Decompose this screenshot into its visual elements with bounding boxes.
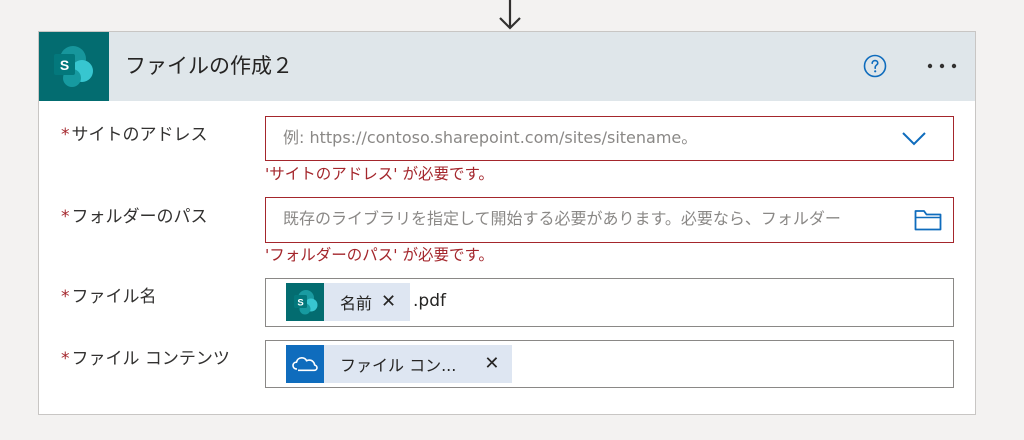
sharepoint-icon: S [286,283,324,321]
svg-text:S: S [297,298,303,309]
dynamic-content-token[interactable]: ファイル コン... ✕ [286,345,512,383]
action-card-create-file: S ファイルの作成２ * サイトのアドレス 例: https://contoso.… [38,31,976,415]
file-content-label: * ファイル コンテンツ [61,349,230,369]
card-title: ファイルの作成２ [125,54,293,78]
help-circle-icon[interactable] [863,54,887,78]
folder-path-placeholder: 既存のライブラリを指定して開始する必要があります。必要なら、フォルダー [283,209,841,228]
chevron-down-icon[interactable] [902,132,926,146]
site-address-label: * サイトのアドレス [61,125,208,145]
file-name-suffix: .pdf [413,291,446,311]
file-content-input[interactable]: ファイル コン... ✕ [265,340,954,388]
folder-picker-icon[interactable] [914,209,942,231]
token-label: ファイル コン... [340,356,457,375]
file-name-label: * ファイル名 [61,287,157,307]
dynamic-content-token[interactable]: S 名前 ✕ [286,283,410,321]
site-address-placeholder: 例: https://contoso.sharepoint.com/sites/… [283,128,698,147]
required-asterisk: * [61,287,70,307]
required-asterisk: * [61,125,70,145]
folder-path-error: 'フォルダーのパス' が必要です。 [265,246,494,264]
flow-arrow-down-icon [499,0,521,30]
card-header[interactable]: S ファイルの作成２ [39,32,975,101]
folder-path-label: * フォルダーのパス [61,207,208,227]
folder-path-input[interactable]: 既存のライブラリを指定して開始する必要があります。必要なら、フォルダー [265,197,954,243]
file-name-input[interactable]: S 名前 ✕ .pdf [265,278,954,327]
onedrive-icon [286,345,324,383]
remove-token-icon[interactable]: ✕ [381,292,396,312]
sharepoint-icon: S [39,32,109,101]
site-address-dropdown[interactable]: 例: https://contoso.sharepoint.com/sites/… [265,116,954,161]
token-label: 名前 [340,294,373,313]
svg-text:S: S [60,57,69,73]
site-address-error: 'サイトのアドレス' が必要です。 [265,165,494,183]
remove-token-icon[interactable]: ✕ [484,354,499,374]
required-asterisk: * [61,349,70,369]
required-asterisk: * [61,207,70,227]
ellipsis-icon[interactable] [924,54,960,78]
